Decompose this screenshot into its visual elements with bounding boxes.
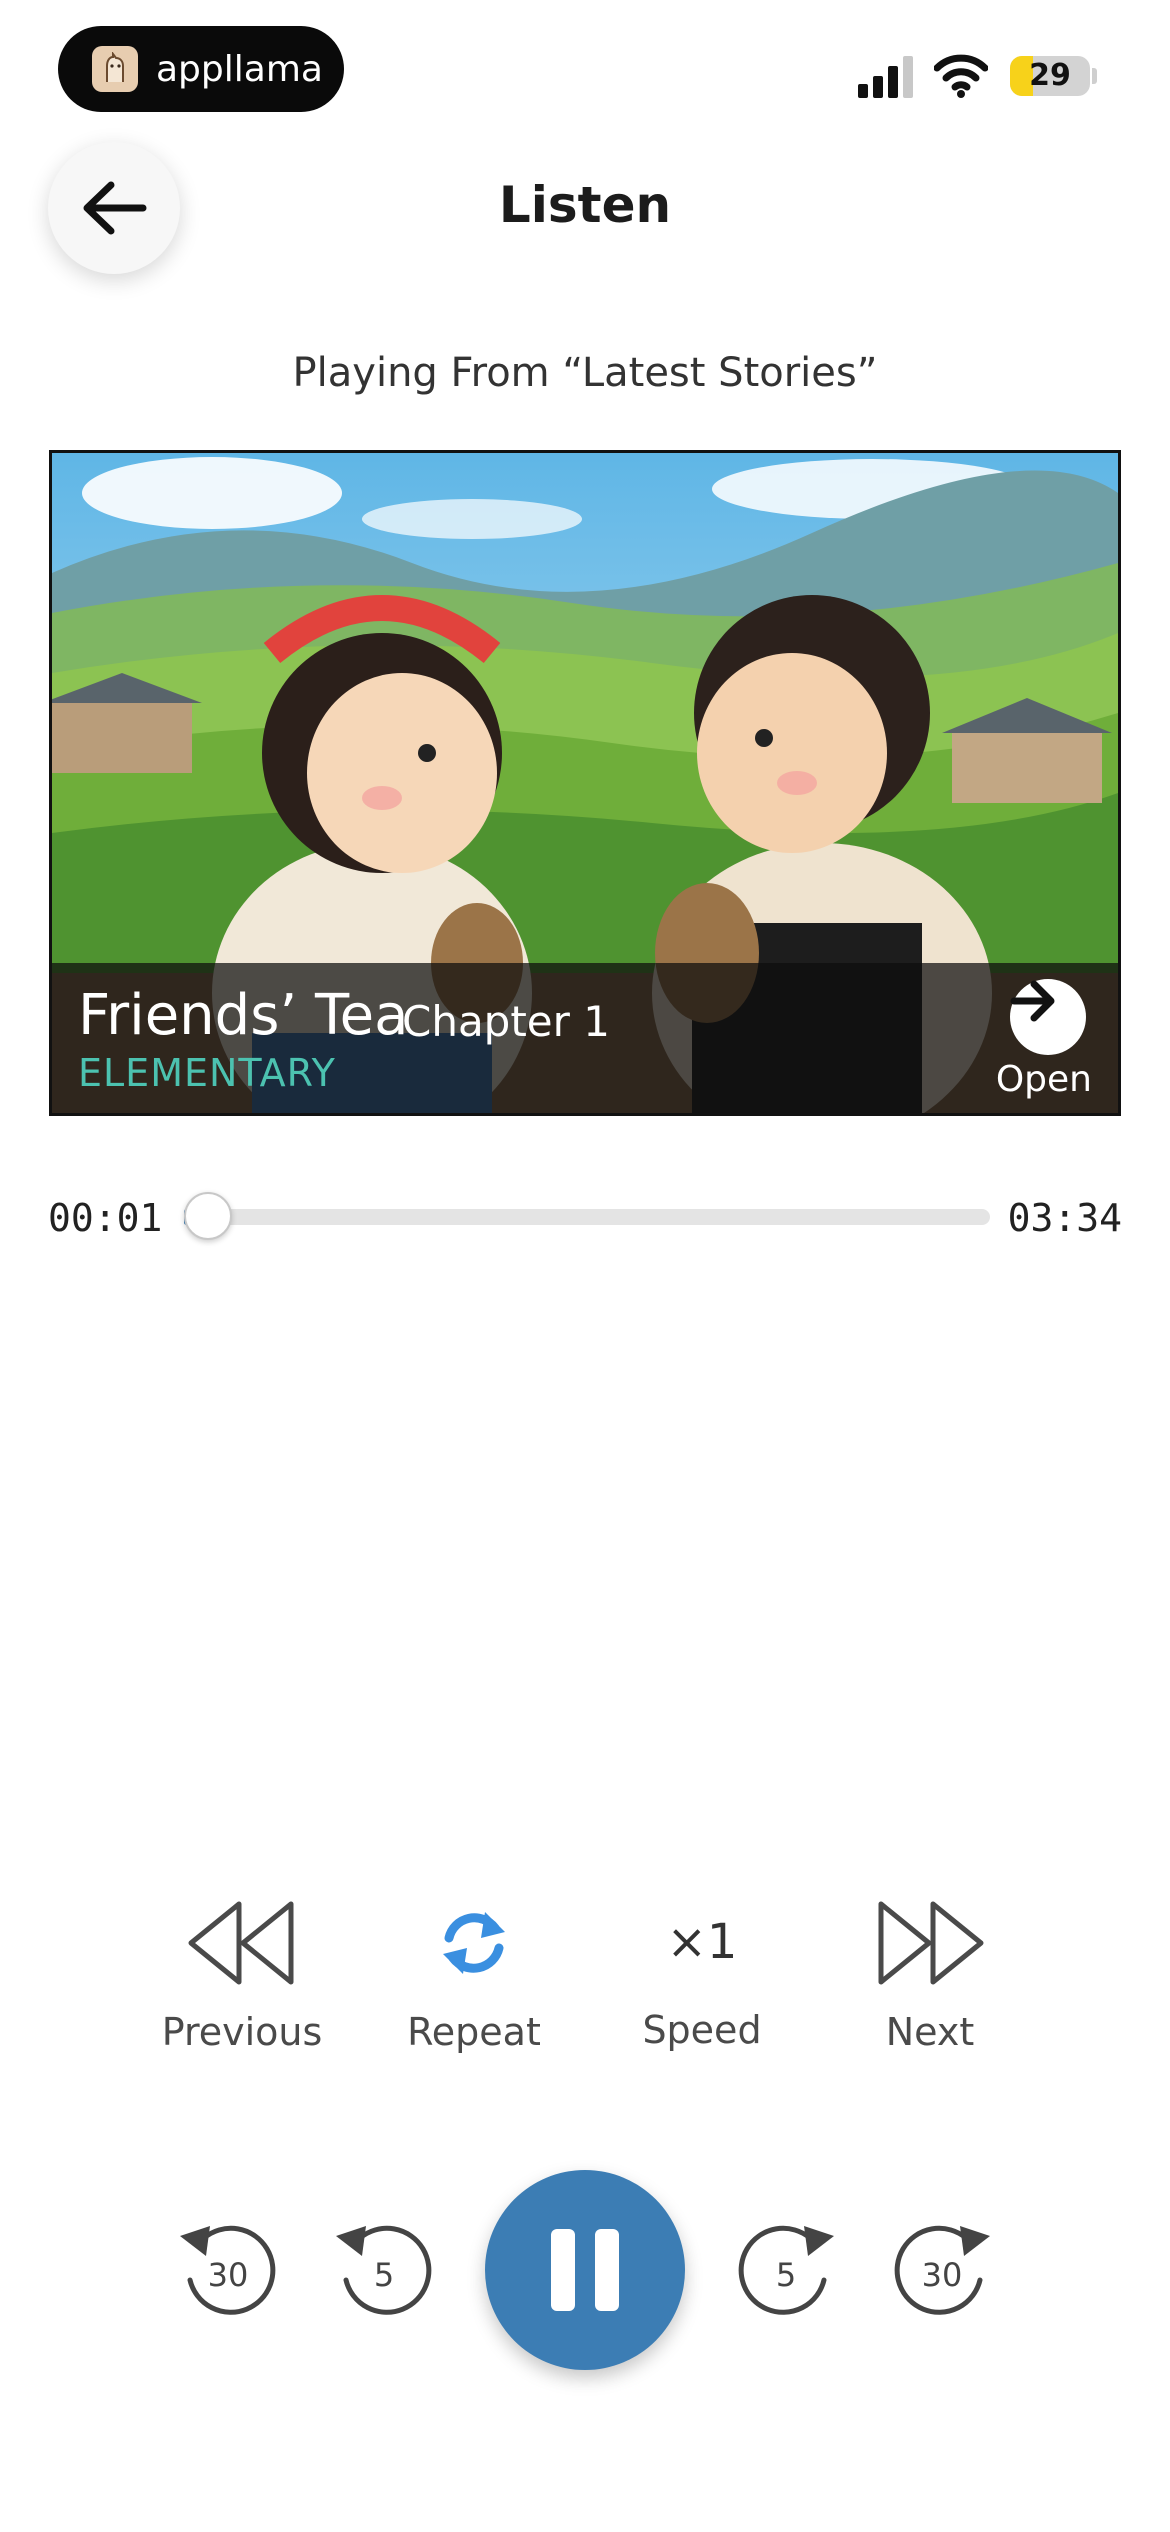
refresh-icon <box>443 1912 505 1974</box>
double-triangle-right-icon <box>878 1901 984 1985</box>
arrow-right-icon <box>1010 980 1055 1022</box>
skip-forward-5-value: 5 <box>776 2256 796 2294</box>
previous-button[interactable]: Previous <box>142 1898 342 2054</box>
next-label: Next <box>885 2010 975 2054</box>
skip-back-5-value: 5 <box>374 2256 394 2294</box>
total-duration: 03:34 <box>1007 1196 1122 1240</box>
story-chapter: Chapter 1 <box>402 997 610 1046</box>
rotate-forward-icon: 5 <box>738 2225 834 2315</box>
story-caption-bar: Friends’ Tea Chapter 1 ELEMENTARY Open <box>52 963 1118 1113</box>
app-name: appllama <box>156 48 323 90</box>
playing-from-label: Playing From “Latest Stories” <box>292 350 878 396</box>
repeat-label: Repeat <box>407 2010 541 2054</box>
skip-back-30-value: 30 <box>208 2256 249 2294</box>
wifi-icon <box>933 52 989 98</box>
battery-indicator: 29 <box>1010 56 1090 96</box>
skip-forward-5-button[interactable]: 5 <box>732 2218 842 2328</box>
battery-cap <box>1092 68 1097 84</box>
llama-logo-icon <box>92 46 138 92</box>
skip-forward-30-button[interactable]: 30 <box>888 2218 998 2328</box>
story-level: ELEMENTARY <box>78 1051 336 1095</box>
rotate-back-icon: 30 <box>180 2225 276 2315</box>
battery-level: 29 <box>1029 58 1071 93</box>
skip-forward-30-value: 30 <box>922 2256 963 2294</box>
progress-scrubber[interactable] <box>184 1192 233 1240</box>
rotate-back-icon: 5 <box>336 2225 432 2315</box>
skip-back-30-button[interactable]: 30 <box>172 2218 282 2328</box>
elapsed-time: 00:01 <box>48 1196 163 1240</box>
progress-track[interactable] <box>184 1192 990 1240</box>
repeat-button[interactable]: Repeat <box>374 1898 574 2054</box>
cellular-signal-icon <box>856 56 916 98</box>
page-title: Listen <box>498 176 672 234</box>
pause-icon <box>551 2229 619 2311</box>
skip-back-5-button[interactable]: 5 <box>328 2218 438 2328</box>
story-cover-card[interactable]: Friends’ Tea Chapter 1 ELEMENTARY Open <box>49 450 1121 1116</box>
double-triangle-left-icon <box>188 1901 294 1985</box>
story-title: Friends’ Tea <box>78 983 409 1048</box>
speed-button[interactable]: ×1 Speed <box>602 1890 802 2052</box>
app-badge[interactable]: appllama <box>58 26 344 112</box>
next-button[interactable]: Next <box>830 1898 1030 2054</box>
open-story-label[interactable]: Open <box>996 1059 1092 1100</box>
rotate-forward-icon: 30 <box>894 2225 990 2315</box>
speed-label: Speed <box>642 2008 762 2052</box>
speed-value: ×1 <box>666 1914 738 1970</box>
pause-button[interactable] <box>485 2170 685 2370</box>
open-story-button[interactable] <box>1010 979 1086 1055</box>
previous-label: Previous <box>161 2010 323 2054</box>
